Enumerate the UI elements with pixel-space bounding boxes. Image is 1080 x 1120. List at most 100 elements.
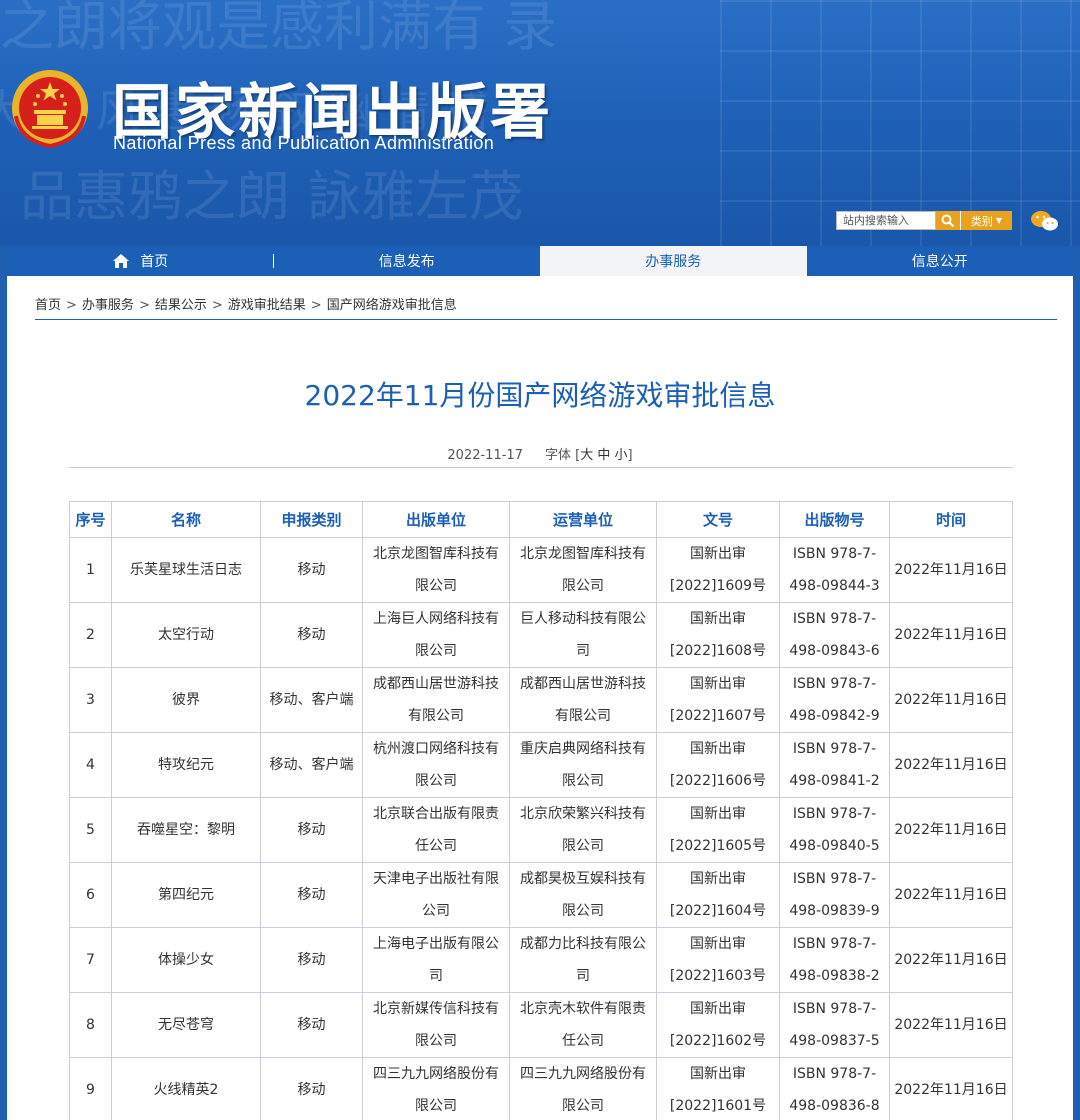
search-button[interactable] (936, 211, 960, 230)
font-size-bracket: ] (627, 448, 633, 463)
cell-isbn: ISBN 978-7-498-09841-2 (779, 732, 890, 798)
cell-publisher: 上海电子出版有限公司 (362, 927, 510, 993)
cell-index: 6 (69, 862, 112, 928)
breadcrumb-link[interactable]: 游戏审批结果 (228, 298, 306, 313)
table-row: 2 太空行动 移动 上海巨人网络科技有限公司 巨人移动科技有限公司 国新出审[2022]1… (69, 602, 1013, 668)
column-header: 文号 (656, 501, 780, 538)
banner-calligraphy: 之朗将观是感利满有 录 (0, 0, 558, 58)
main-nav: 首页 信息发布 办事服务 信息公开 (7, 246, 1073, 276)
cell-date: 2022年11月16日 (889, 927, 1013, 993)
cell-category: 移动 (260, 602, 363, 668)
cell-publisher: 北京联合出版有限责任公司 (362, 797, 510, 863)
divider (69, 467, 1013, 468)
article-meta: 2022-11-17 字体 [大 中 小] (7, 444, 1073, 463)
column-header: 运营单位 (509, 501, 657, 538)
nav-item-label: 办事服务 (645, 254, 702, 270)
cell-name: 彼界 (111, 667, 261, 733)
cell-date: 2022年11月16日 (889, 1057, 1013, 1120)
cell-name: 太空行动 (111, 602, 261, 668)
cell-index: 7 (69, 927, 112, 993)
table-row: 3 彼界 移动、客户端 成都西山居世游科技有限公司 成都西山居世游科技有限公司 国新出审[… (69, 667, 1013, 733)
nav-item-services[interactable]: 办事服务 (540, 246, 807, 276)
national-emblem-icon (12, 70, 88, 149)
cell-category: 移动、客户端 (260, 732, 363, 798)
nav-item-disclosure[interactable]: 信息公开 (807, 246, 1074, 276)
table-row: 4 特攻纪元 移动、客户端 杭州渡口网络科技有限公司 重庆启典网络科技有限公司 国新出审[… (69, 732, 1013, 798)
cell-operator: 巨人移动科技有限公司 (509, 602, 657, 668)
cell-operator: 重庆启典网络科技有限公司 (509, 732, 657, 798)
table-row: 1 乐芙星球生活日志 移动 北京龙图智库科技有限公司 北京龙图智库科技有限公司 国新出审[… (69, 537, 1013, 603)
table-row: 5 吞噬星空：黎明 移动 北京联合出版有限责任公司 北京欣荣繁兴科技有限公司 国新出审[2… (69, 797, 1013, 863)
category-dropdown[interactable]: 类别 ▼ (960, 211, 1012, 230)
cell-approval-no: 国新出审[2022]1604号 (656, 862, 780, 928)
nav-item-news[interactable]: 信息发布 (274, 246, 541, 276)
chevron-down-icon: ▼ (995, 216, 1003, 225)
cell-category: 移动 (260, 992, 363, 1058)
column-header: 出版单位 (362, 501, 510, 538)
cell-approval-no: 国新出审[2022]1609号 (656, 537, 780, 603)
cell-index: 1 (69, 537, 112, 603)
breadcrumb-link[interactable]: 国产网络游戏审批信息 (327, 298, 457, 313)
breadcrumb-link[interactable]: 首页 (35, 298, 61, 313)
cell-isbn: ISBN 978-7-498-09839-9 (779, 862, 890, 928)
column-header: 出版物号 (779, 501, 890, 538)
main-content: 首页 > 办事服务 > 结果公示 > 游戏审批结果 > 国产网络游戏审批信息 2022年11月份… (7, 276, 1073, 1120)
cell-category: 移动、客户端 (260, 667, 363, 733)
cell-name: 火线精英2 (111, 1057, 261, 1120)
cell-publisher: 四三九九网络股份有限公司 (362, 1057, 510, 1120)
cell-approval-no: 国新出审[2022]1608号 (656, 602, 780, 668)
cell-operator: 成都昊极互娱科技有限公司 (509, 862, 657, 928)
nav-item-label: 首页 (140, 254, 169, 270)
cell-date: 2022年11月16日 (889, 537, 1013, 603)
cell-index: 9 (69, 1057, 112, 1120)
article-title: 2022年11月份国产网络游戏审批信息 (304, 379, 776, 412)
breadcrumb-link[interactable]: 结果公示 (155, 298, 207, 313)
column-header: 申报类别 (260, 501, 363, 538)
cell-date: 2022年11月16日 (889, 602, 1013, 668)
nav-item-label: 信息发布 (378, 254, 435, 270)
cell-name: 乐芙星球生活日志 (111, 537, 261, 603)
font-size-medium[interactable]: 中 (597, 448, 610, 463)
home-icon (113, 254, 130, 268)
search-input[interactable]: 站内搜索输入 (836, 211, 936, 230)
nav-item-home[interactable]: 首页 (7, 246, 274, 276)
wechat-icon[interactable] (1030, 209, 1060, 233)
column-header: 时间 (889, 501, 1013, 538)
cell-approval-no: 国新出审[2022]1602号 (656, 992, 780, 1058)
cell-operator: 成都西山居世游科技有限公司 (509, 667, 657, 733)
cell-date: 2022年11月16日 (889, 862, 1013, 928)
cell-index: 4 (69, 732, 112, 798)
font-size-label: 字体 [ (544, 448, 581, 463)
cell-operator: 北京欣荣繁兴科技有限公司 (509, 797, 657, 863)
table-row: 9 火线精英2 移动 四三九九网络股份有限公司 四三九九网络股份有限公司 国新出审[202… (69, 1057, 1013, 1120)
cell-isbn: ISBN 978-7-498-09844-3 (779, 537, 890, 603)
cell-publisher: 上海巨人网络科技有限公司 (362, 602, 510, 668)
cell-operator: 成都力比科技有限公司 (509, 927, 657, 993)
cell-publisher: 成都西山居世游科技有限公司 (362, 667, 510, 733)
cell-approval-no: 国新出审[2022]1601号 (656, 1057, 780, 1120)
site-banner: 之朗将观是感利满有 录 品惠鸦之朗 詠雅左茂 大 文 风 惠 畅 叙 幽 情 稽… (0, 0, 1080, 246)
cell-isbn: ISBN 978-7-498-09843-6 (779, 602, 890, 668)
cell-date: 2022年11月16日 (889, 667, 1013, 733)
approval-table: 序号 名称 申报类别 出版单位 运营单位 文号 出版物号 时间 1 乐芙星球生活日… (69, 501, 1013, 1120)
column-header: 序号 (69, 501, 112, 538)
breadcrumb: 首页 > 办事服务 > 结果公示 > 游戏审批结果 > 国产网络游戏审批信息 (35, 298, 457, 313)
cell-isbn: ISBN 978-7-498-09837-5 (779, 992, 890, 1058)
breadcrumb-link[interactable]: 办事服务 (82, 298, 134, 313)
font-size-large[interactable]: 大 (580, 448, 593, 463)
divider (35, 319, 1057, 320)
cell-isbn: ISBN 978-7-498-09836-8 (779, 1057, 890, 1120)
cell-index: 3 (69, 667, 112, 733)
cell-index: 8 (69, 992, 112, 1058)
cell-index: 5 (69, 797, 112, 863)
font-size-small[interactable]: 小 (615, 448, 628, 463)
cell-category: 移动 (260, 1057, 363, 1120)
cell-name: 无尽苍穹 (111, 992, 261, 1058)
article-date: 2022-11-17 (447, 448, 523, 463)
cell-publisher: 杭州渡口网络科技有限公司 (362, 732, 510, 798)
cell-operator: 北京龙图智库科技有限公司 (509, 537, 657, 603)
cell-approval-no: 国新出审[2022]1607号 (656, 667, 780, 733)
cell-operator: 四三九九网络股份有限公司 (509, 1057, 657, 1120)
cell-date: 2022年11月16日 (889, 732, 1013, 798)
cell-approval-no: 国新出审[2022]1605号 (656, 797, 780, 863)
